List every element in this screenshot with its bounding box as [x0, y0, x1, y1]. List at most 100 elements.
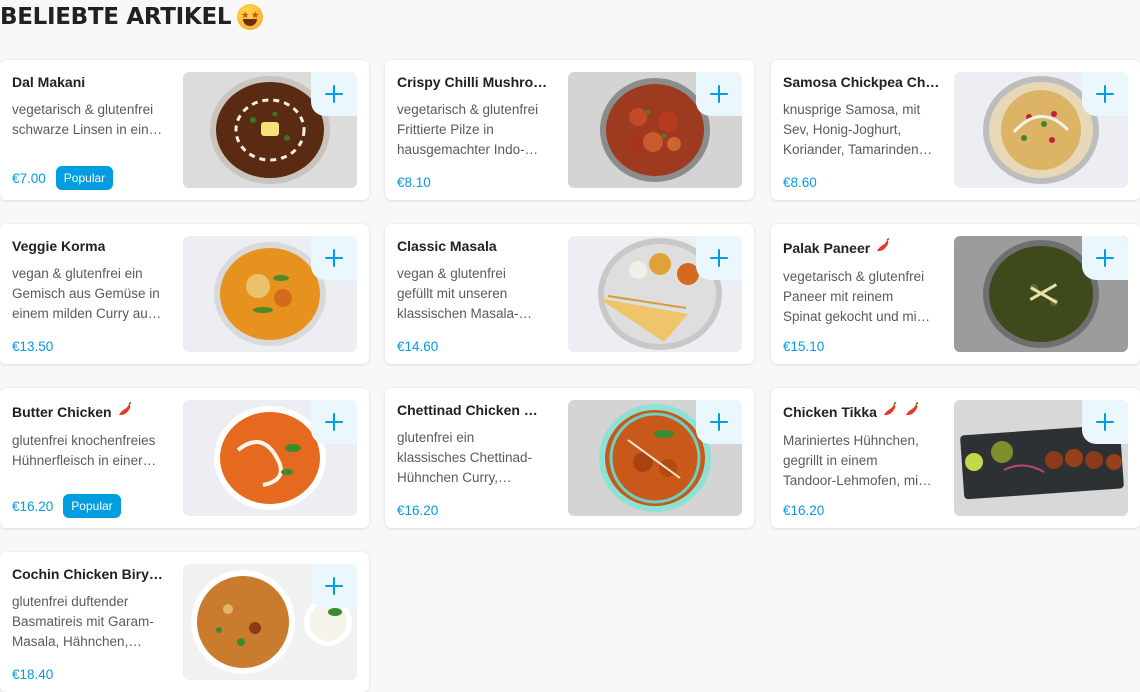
- plus-icon: [325, 413, 343, 431]
- menu-item-price: €13.50: [12, 339, 54, 354]
- menu-item-name-text: Crispy Chilli Mushro…: [397, 74, 548, 90]
- menu-item-price: €15.10: [783, 339, 825, 354]
- popular-badge: Popular: [63, 494, 121, 518]
- menu-item-name: Chettinad Chicken …: [397, 402, 555, 419]
- menu-item-image[interactable]: [183, 236, 357, 352]
- menu-item-name: Cochin Chicken Biry…: [12, 566, 170, 583]
- menu-item-name-text: Butter Chicken: [12, 403, 112, 420]
- add-to-cart-button[interactable]: [1082, 72, 1128, 116]
- menu-item-price: €8.10: [397, 175, 431, 190]
- menu-item-footer: €14.60: [397, 339, 438, 354]
- menu-item-card[interactable]: Classic Masala vegan & glutenfrei gefüll…: [385, 224, 754, 364]
- menu-item-image[interactable]: [183, 564, 357, 680]
- menu-item-card[interactable]: Chicken Tikka Mariniertes Hühnchen, gegr…: [771, 388, 1140, 528]
- menu-item-footer: €18.40: [12, 667, 53, 682]
- menu-item-image[interactable]: [183, 400, 357, 516]
- menu-item-footer: €16.20: [397, 503, 438, 518]
- menu-item-name: Veggie Korma: [12, 238, 170, 255]
- plus-icon: [325, 249, 343, 267]
- plus-icon: [325, 577, 343, 595]
- menu-item-name: Crispy Chilli Mushro…: [397, 74, 555, 91]
- chili-pepper-icon: [881, 402, 899, 422]
- chili-pepper-icon: [903, 402, 921, 422]
- plus-icon: [1096, 85, 1114, 103]
- plus-icon: [325, 85, 343, 103]
- menu-item-description: vegetarisch & glutenfrei Paneer mit rein…: [783, 269, 931, 324]
- menu-item-info: Samosa Chickpea Ch… knusprige Samosa, mi…: [783, 74, 941, 190]
- section-title: BELIEBTE ARTIKEL: [0, 4, 264, 30]
- menu-item-info: Chettinad Chicken … glutenfrei ein klass…: [397, 402, 555, 518]
- menu-item-info: Crispy Chilli Mushro… vegetarisch & glut…: [397, 74, 555, 190]
- menu-item-description: vegetarisch & glutenfrei Frittierte Pilz…: [397, 102, 539, 157]
- menu-item-card[interactable]: Chettinad Chicken … glutenfrei ein klass…: [385, 388, 754, 528]
- menu-item-name: Dal Makani: [12, 74, 170, 91]
- menu-item-name-text: Chicken Tikka: [783, 403, 877, 420]
- menu-item-image[interactable]: [568, 400, 742, 516]
- menu-item-card[interactable]: Dal Makani vegetarisch & glutenfrei schw…: [0, 60, 369, 200]
- menu-item-footer: €16.20 Popular: [12, 494, 121, 518]
- menu-item-info: Veggie Korma vegan & glutenfrei ein Gemi…: [12, 238, 170, 354]
- menu-item-description: knusprige Samosa, mit Sev, Honig-Joghurt…: [783, 102, 933, 157]
- menu-item-info: Chicken Tikka Mariniertes Hühnchen, gegr…: [783, 402, 941, 518]
- menu-item-description: glutenfrei duftender Basmatireis mit Gar…: [12, 594, 154, 649]
- menu-item-description: vegan & glutenfrei gefüllt mit unseren k…: [397, 266, 533, 321]
- menu-item-name-text: Chettinad Chicken …: [397, 402, 538, 418]
- add-to-cart-button[interactable]: [311, 564, 357, 608]
- menu-item-image[interactable]: [183, 72, 357, 188]
- plus-icon: [1096, 249, 1114, 267]
- menu-item-description: Mariniertes Hühnchen, gegrillt in einem …: [783, 433, 932, 488]
- menu-item-name-text: Cochin Chicken Biry…: [12, 566, 163, 582]
- menu-item-name-text: Veggie Korma: [12, 238, 106, 254]
- menu-item-description: vegetarisch & glutenfrei schwarze Linsen…: [12, 102, 163, 137]
- plus-icon: [710, 85, 728, 103]
- menu-item-name-text: Classic Masala: [397, 238, 497, 254]
- menu-item-name-text: Dal Makani: [12, 74, 86, 90]
- menu-item-footer: €16.20: [783, 503, 824, 518]
- menu-item-price: €14.60: [397, 339, 439, 354]
- menu-item-name: Chicken Tikka: [783, 402, 941, 422]
- menu-item-name: Classic Masala: [397, 238, 555, 255]
- menu-item-info: Classic Masala vegan & glutenfrei gefüll…: [397, 238, 555, 354]
- menu-item-price: €16.20: [783, 503, 825, 518]
- menu-item-price: €18.40: [12, 667, 54, 682]
- add-to-cart-button[interactable]: [311, 400, 357, 444]
- menu-item-footer: €15.10: [783, 339, 824, 354]
- menu-item-image[interactable]: [954, 400, 1128, 516]
- menu-item-name-text: Palak Paneer: [783, 239, 871, 256]
- menu-item-card[interactable]: Samosa Chickpea Ch… knusprige Samosa, mi…: [771, 60, 1140, 200]
- add-to-cart-button[interactable]: [696, 72, 742, 116]
- add-to-cart-button[interactable]: [311, 236, 357, 280]
- menu-item-description: vegan & glutenfrei ein Gemisch aus Gemüs…: [12, 266, 162, 321]
- menu-item-card[interactable]: Crispy Chilli Mushro… vegetarisch & glut…: [385, 60, 754, 200]
- menu-item-price: €16.20: [12, 498, 54, 514]
- add-to-cart-button[interactable]: [1082, 236, 1128, 280]
- add-to-cart-button[interactable]: [696, 400, 742, 444]
- menu-item-footer: €13.50: [12, 339, 53, 354]
- menu-item-card[interactable]: Butter Chicken glutenfrei knochenfreies …: [0, 388, 369, 528]
- menu-item-price: €8.60: [783, 175, 817, 190]
- add-to-cart-button[interactable]: [311, 72, 357, 116]
- menu-item-description: glutenfrei ein klassisches Chettinad- Hü…: [397, 430, 533, 485]
- menu-item-footer: €8.60: [783, 175, 817, 190]
- menu-item-card[interactable]: Veggie Korma vegan & glutenfrei ein Gemi…: [0, 224, 369, 364]
- section-title-text: BELIEBTE ARTIKEL: [0, 4, 232, 30]
- add-to-cart-button[interactable]: [1082, 400, 1128, 444]
- menu-item-price: €16.20: [397, 503, 439, 518]
- star-struck-emoji-icon: [237, 4, 264, 30]
- menu-item-image[interactable]: [954, 236, 1128, 352]
- plus-icon: [1096, 413, 1114, 431]
- chili-pepper-icon: [116, 402, 134, 422]
- menu-item-footer: €8.10: [397, 175, 431, 190]
- menu-item-description: glutenfrei knochenfreies Hühnerfleisch i…: [12, 433, 157, 468]
- add-to-cart-button[interactable]: [696, 236, 742, 280]
- menu-item-price: €7.00: [12, 170, 46, 186]
- plus-icon: [710, 413, 728, 431]
- menu-item-info: Cochin Chicken Biry… glutenfrei duftende…: [12, 566, 170, 682]
- menu-item-name: Palak Paneer: [783, 238, 941, 258]
- menu-item-image[interactable]: [568, 236, 742, 352]
- menu-item-card[interactable]: Palak Paneer vegetarisch & glutenfrei Pa…: [771, 224, 1140, 364]
- menu-item-image[interactable]: [954, 72, 1128, 188]
- chili-pepper-icon: [874, 238, 892, 258]
- menu-item-card[interactable]: Cochin Chicken Biry… glutenfrei duftende…: [0, 552, 369, 692]
- menu-item-image[interactable]: [568, 72, 742, 188]
